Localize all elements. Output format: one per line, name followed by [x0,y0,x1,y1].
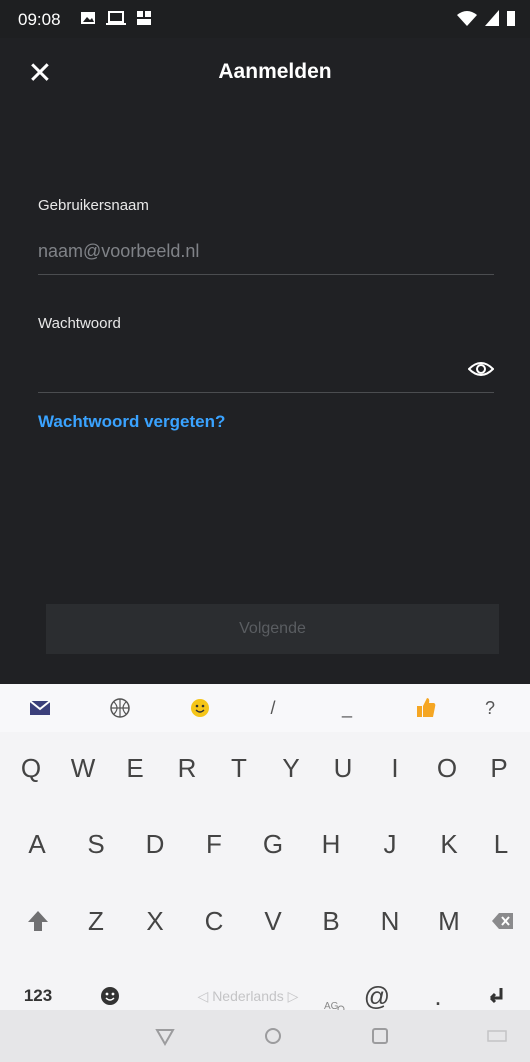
key-q[interactable]: Q [5,739,57,797]
keyboard-suggestion-bar: / _ ? [0,684,530,732]
underscore-key[interactable]: _ [327,694,367,722]
recents-icon[interactable] [365,1022,395,1050]
key-y[interactable]: Y [265,739,317,797]
username-label: Gebruikersnaam [38,197,149,214]
key-j[interactable]: J [364,815,416,873]
username-field-wrapper [38,230,494,275]
key-h[interactable]: H [305,815,357,873]
emoji-icon[interactable] [180,694,220,722]
notification-icons [80,10,152,26]
key-m[interactable]: M [423,892,475,950]
key-l[interactable]: L [475,815,527,873]
thumbs-up-icon[interactable] [405,694,445,722]
key-e[interactable]: E [109,739,161,797]
app-bar: ✕ Aanmelden [0,38,530,110]
key-r[interactable]: R [161,739,213,797]
battery-icon [507,11,515,26]
key-p[interactable]: P [473,739,525,797]
password-input[interactable] [38,348,458,390]
globe-icon[interactable] [100,694,140,722]
status-time: 09:08 [18,10,61,29]
back-icon[interactable] [150,1022,180,1050]
system-icons [456,9,516,27]
mail-icon[interactable] [20,694,60,722]
laptop-icon [106,11,126,25]
key-w[interactable]: W [57,739,109,797]
system-navigation-bar [0,1010,530,1062]
page-title: Aanmelden [218,60,332,83]
image-icon [81,12,95,24]
key-s[interactable]: S [70,815,122,873]
shift-icon[interactable] [12,892,64,950]
key-z[interactable]: Z [70,892,122,950]
signal-icon [485,10,499,26]
status-bar: 09:08 [0,0,530,38]
password-field-wrapper [38,348,494,393]
key-g[interactable]: G [247,815,299,873]
app-notification-icon [137,11,151,25]
key-i[interactable]: I [369,739,421,797]
key-o[interactable]: O [421,739,473,797]
eye-icon[interactable] [468,358,494,380]
password-label: Wachtwoord [38,315,121,332]
key-a[interactable]: A [11,815,63,873]
key-c[interactable]: C [188,892,240,950]
keyboard-hide-icon[interactable] [482,1022,512,1050]
home-icon[interactable] [258,1022,288,1050]
wifi-icon [457,11,477,26]
keyboard: / _ ? Q W E R T Y U I O P A S D F G H J … [0,684,530,1062]
forgot-password-link[interactable]: Wachtwoord vergeten? [38,412,225,432]
username-input[interactable] [38,230,494,272]
key-d[interactable]: D [129,815,181,873]
key-row-2: A S D F G H J K L [0,815,530,873]
key-row-1: Q W E R T Y U I O P [0,739,530,797]
question-key[interactable]: ? [470,694,510,722]
backspace-icon[interactable] [475,892,527,950]
key-n[interactable]: N [364,892,416,950]
key-k[interactable]: K [423,815,475,873]
key-x[interactable]: X [129,892,181,950]
slash-key[interactable]: / [253,694,293,722]
key-row-3: Z X C V B N M [0,892,530,950]
key-v[interactable]: V [247,892,299,950]
key-b[interactable]: B [305,892,357,950]
key-f[interactable]: F [188,815,240,873]
key-u[interactable]: U [317,739,369,797]
key-t[interactable]: T [213,739,265,797]
next-button[interactable]: Volgende [46,604,499,654]
